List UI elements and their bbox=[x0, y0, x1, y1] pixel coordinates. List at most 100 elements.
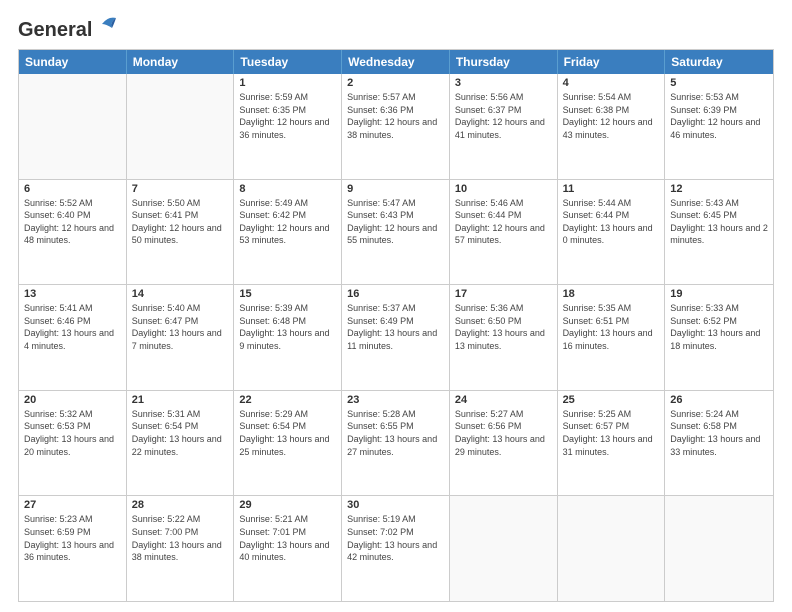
week-row-1: 1 Sunrise: 5:59 AM Sunset: 6:35 PM Daylig… bbox=[19, 74, 773, 180]
day-info: Sunrise: 5:19 AM Sunset: 7:02 PM Dayligh… bbox=[347, 513, 444, 563]
day-info: Sunrise: 5:29 AM Sunset: 6:54 PM Dayligh… bbox=[239, 408, 336, 458]
day-info: Sunrise: 5:28 AM Sunset: 6:55 PM Dayligh… bbox=[347, 408, 444, 458]
day-info: Sunrise: 5:50 AM Sunset: 6:41 PM Dayligh… bbox=[132, 197, 229, 247]
cal-cell: 4 Sunrise: 5:54 AM Sunset: 6:38 PM Daylig… bbox=[558, 74, 666, 179]
header-cell-saturday: Saturday bbox=[665, 50, 773, 74]
page-header: General bbox=[18, 18, 774, 39]
cal-cell bbox=[19, 74, 127, 179]
day-info: Sunrise: 5:25 AM Sunset: 6:57 PM Dayligh… bbox=[563, 408, 660, 458]
cal-cell: 20 Sunrise: 5:32 AM Sunset: 6:53 PM Dayli… bbox=[19, 391, 127, 496]
day-number: 2 bbox=[347, 77, 444, 89]
week-row-2: 6 Sunrise: 5:52 AM Sunset: 6:40 PM Daylig… bbox=[19, 180, 773, 286]
week-row-5: 27Sunrise: 5:23 AM Sunset: 6:59 PM Dayli… bbox=[19, 496, 773, 601]
day-number: 4 bbox=[563, 77, 660, 89]
day-info: Sunrise: 5:40 AM Sunset: 6:47 PM Dayligh… bbox=[132, 302, 229, 352]
cal-cell: 15 Sunrise: 5:39 AM Sunset: 6:48 PM Dayli… bbox=[234, 285, 342, 390]
day-number: 12 bbox=[670, 183, 768, 195]
week-row-3: 13 Sunrise: 5:41 AM Sunset: 6:46 PM Dayli… bbox=[19, 285, 773, 391]
day-number: 9 bbox=[347, 183, 444, 195]
logo-general: General bbox=[18, 19, 92, 41]
cal-cell: 17Sunrise: 5:36 AM Sunset: 6:50 PM Dayli… bbox=[450, 285, 558, 390]
cal-cell: 18 Sunrise: 5:35 AM Sunset: 6:51 PM Dayli… bbox=[558, 285, 666, 390]
cal-cell: 29 Sunrise: 5:21 AM Sunset: 7:01 PM Dayli… bbox=[234, 496, 342, 601]
header-cell-wednesday: Wednesday bbox=[342, 50, 450, 74]
cal-cell: 27Sunrise: 5:23 AM Sunset: 6:59 PM Dayli… bbox=[19, 496, 127, 601]
cal-cell: 5 Sunrise: 5:53 AM Sunset: 6:39 PM Daylig… bbox=[665, 74, 773, 179]
day-info: Sunrise: 5:24 AM Sunset: 6:58 PM Dayligh… bbox=[670, 408, 768, 458]
day-number: 11 bbox=[563, 183, 660, 195]
day-info: Sunrise: 5:32 AM Sunset: 6:53 PM Dayligh… bbox=[24, 408, 121, 458]
day-info: Sunrise: 5:35 AM Sunset: 6:51 PM Dayligh… bbox=[563, 302, 660, 352]
day-number: 30 bbox=[347, 499, 444, 511]
day-number: 27 bbox=[24, 499, 121, 511]
day-number: 28 bbox=[132, 499, 229, 511]
day-number: 1 bbox=[239, 77, 336, 89]
day-number: 24 bbox=[455, 394, 552, 406]
cal-cell: 23 Sunrise: 5:28 AM Sunset: 6:55 PM Dayli… bbox=[342, 391, 450, 496]
day-number: 17 bbox=[455, 288, 552, 300]
cal-cell: 2 Sunrise: 5:57 AM Sunset: 6:36 PM Daylig… bbox=[342, 74, 450, 179]
cal-cell: 21Sunrise: 5:31 AM Sunset: 6:54 PM Dayli… bbox=[127, 391, 235, 496]
day-number: 13 bbox=[24, 288, 121, 300]
cal-cell: 11 Sunrise: 5:44 AM Sunset: 6:44 PM Dayli… bbox=[558, 180, 666, 285]
day-number: 3 bbox=[455, 77, 552, 89]
day-info: Sunrise: 5:37 AM Sunset: 6:49 PM Dayligh… bbox=[347, 302, 444, 352]
cal-cell: 22Sunrise: 5:29 AM Sunset: 6:54 PM Dayli… bbox=[234, 391, 342, 496]
day-info: Sunrise: 5:52 AM Sunset: 6:40 PM Dayligh… bbox=[24, 197, 121, 247]
day-info: Sunrise: 5:56 AM Sunset: 6:37 PM Dayligh… bbox=[455, 91, 552, 141]
cal-cell: 10 Sunrise: 5:46 AM Sunset: 6:44 PM Dayli… bbox=[450, 180, 558, 285]
day-number: 19 bbox=[670, 288, 768, 300]
cal-cell: 24 Sunrise: 5:27 AM Sunset: 6:56 PM Dayli… bbox=[450, 391, 558, 496]
cal-cell bbox=[558, 496, 666, 601]
day-info: Sunrise: 5:53 AM Sunset: 6:39 PM Dayligh… bbox=[670, 91, 768, 141]
week-row-4: 20 Sunrise: 5:32 AM Sunset: 6:53 PM Dayli… bbox=[19, 391, 773, 497]
day-info: Sunrise: 5:47 AM Sunset: 6:43 PM Dayligh… bbox=[347, 197, 444, 247]
cal-cell: 16 Sunrise: 5:37 AM Sunset: 6:49 PM Dayli… bbox=[342, 285, 450, 390]
day-number: 5 bbox=[670, 77, 768, 89]
calendar-body: 1 Sunrise: 5:59 AM Sunset: 6:35 PM Daylig… bbox=[19, 74, 773, 601]
day-info: Sunrise: 5:27 AM Sunset: 6:56 PM Dayligh… bbox=[455, 408, 552, 458]
logo-bird-icon bbox=[94, 14, 116, 32]
cal-cell: 25 Sunrise: 5:25 AM Sunset: 6:57 PM Dayli… bbox=[558, 391, 666, 496]
day-info: Sunrise: 5:54 AM Sunset: 6:38 PM Dayligh… bbox=[563, 91, 660, 141]
cal-cell: 28 Sunrise: 5:22 AM Sunset: 7:00 PM Dayli… bbox=[127, 496, 235, 601]
day-number: 7 bbox=[132, 183, 229, 195]
header-cell-tuesday: Tuesday bbox=[234, 50, 342, 74]
day-number: 23 bbox=[347, 394, 444, 406]
day-number: 6 bbox=[24, 183, 121, 195]
header-cell-sunday: Sunday bbox=[19, 50, 127, 74]
cal-cell bbox=[450, 496, 558, 601]
cal-cell: 14 Sunrise: 5:40 AM Sunset: 6:47 PM Dayli… bbox=[127, 285, 235, 390]
cal-cell: 26Sunrise: 5:24 AM Sunset: 6:58 PM Dayli… bbox=[665, 391, 773, 496]
cal-cell: 1 Sunrise: 5:59 AM Sunset: 6:35 PM Daylig… bbox=[234, 74, 342, 179]
cal-cell: 13 Sunrise: 5:41 AM Sunset: 6:46 PM Dayli… bbox=[19, 285, 127, 390]
calendar: SundayMondayTuesdayWednesdayThursdayFrid… bbox=[18, 49, 774, 602]
day-number: 15 bbox=[239, 288, 336, 300]
cal-cell: 30 Sunrise: 5:19 AM Sunset: 7:02 PM Dayli… bbox=[342, 496, 450, 601]
day-info: Sunrise: 5:33 AM Sunset: 6:52 PM Dayligh… bbox=[670, 302, 768, 352]
day-info: Sunrise: 5:41 AM Sunset: 6:46 PM Dayligh… bbox=[24, 302, 121, 352]
day-number: 8 bbox=[239, 183, 336, 195]
day-info: Sunrise: 5:39 AM Sunset: 6:48 PM Dayligh… bbox=[239, 302, 336, 352]
day-number: 16 bbox=[347, 288, 444, 300]
day-info: Sunrise: 5:44 AM Sunset: 6:44 PM Dayligh… bbox=[563, 197, 660, 247]
day-info: Sunrise: 5:22 AM Sunset: 7:00 PM Dayligh… bbox=[132, 513, 229, 563]
day-info: Sunrise: 5:21 AM Sunset: 7:01 PM Dayligh… bbox=[239, 513, 336, 563]
day-number: 14 bbox=[132, 288, 229, 300]
day-number: 29 bbox=[239, 499, 336, 511]
header-cell-thursday: Thursday bbox=[450, 50, 558, 74]
day-number: 18 bbox=[563, 288, 660, 300]
day-info: Sunrise: 5:49 AM Sunset: 6:42 PM Dayligh… bbox=[239, 197, 336, 247]
cal-cell: 8 Sunrise: 5:49 AM Sunset: 6:42 PM Daylig… bbox=[234, 180, 342, 285]
day-info: Sunrise: 5:59 AM Sunset: 6:35 PM Dayligh… bbox=[239, 91, 336, 141]
cal-cell: 19 Sunrise: 5:33 AM Sunset: 6:52 PM Dayli… bbox=[665, 285, 773, 390]
header-cell-friday: Friday bbox=[558, 50, 666, 74]
cal-cell: 7 Sunrise: 5:50 AM Sunset: 6:41 PM Daylig… bbox=[127, 180, 235, 285]
day-info: Sunrise: 5:46 AM Sunset: 6:44 PM Dayligh… bbox=[455, 197, 552, 247]
day-info: Sunrise: 5:57 AM Sunset: 6:36 PM Dayligh… bbox=[347, 91, 444, 141]
day-number: 20 bbox=[24, 394, 121, 406]
logo: General bbox=[18, 18, 116, 39]
cal-cell: 12Sunrise: 5:43 AM Sunset: 6:45 PM Dayli… bbox=[665, 180, 773, 285]
day-number: 25 bbox=[563, 394, 660, 406]
day-number: 10 bbox=[455, 183, 552, 195]
